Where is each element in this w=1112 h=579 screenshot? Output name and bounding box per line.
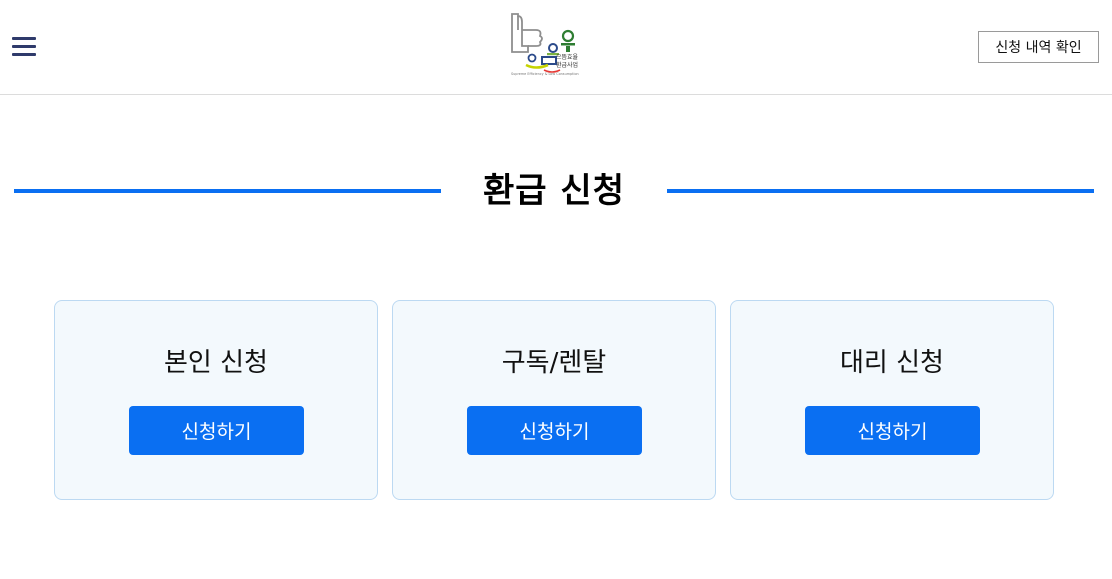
hamburger-bar	[12, 45, 36, 48]
card-title: 본인 신청	[164, 348, 268, 378]
logo-mark-icon	[511, 13, 575, 73]
logo-tagline: Supreme Efficiency & Low Consumption	[511, 72, 579, 76]
card-title: 구독/렌탈	[501, 348, 607, 378]
apply-button[interactable]: 신청하기	[129, 406, 304, 455]
card-self-apply: 본인 신청 신청하기	[54, 300, 378, 500]
logo-text-line1: 으뜸효율	[556, 54, 579, 61]
title-divider-left	[14, 189, 441, 193]
logo-text-line2: 환급사업	[556, 62, 579, 69]
hamburger-bar	[12, 53, 36, 56]
hamburger-icon[interactable]	[12, 36, 36, 58]
hamburger-bar	[12, 37, 36, 40]
site-header: 으뜸효율 환급사업 Supreme Efficiency & Low Consu…	[0, 0, 1112, 95]
title-divider-right	[667, 189, 1094, 193]
page-title: 환급 신청	[483, 171, 625, 211]
card-title: 대리 신청	[840, 348, 944, 378]
apply-button[interactable]: 신청하기	[467, 406, 642, 455]
history-button[interactable]: 신청 내역 확인	[978, 31, 1099, 63]
apply-button[interactable]: 신청하기	[805, 406, 980, 455]
card-subscription-rental: 구독/렌탈 신청하기	[392, 300, 716, 500]
logo[interactable]: 으뜸효율 환급사업 Supreme Efficiency & Low Consu…	[508, 12, 584, 80]
card-proxy-apply: 대리 신청 신청하기	[730, 300, 1054, 500]
